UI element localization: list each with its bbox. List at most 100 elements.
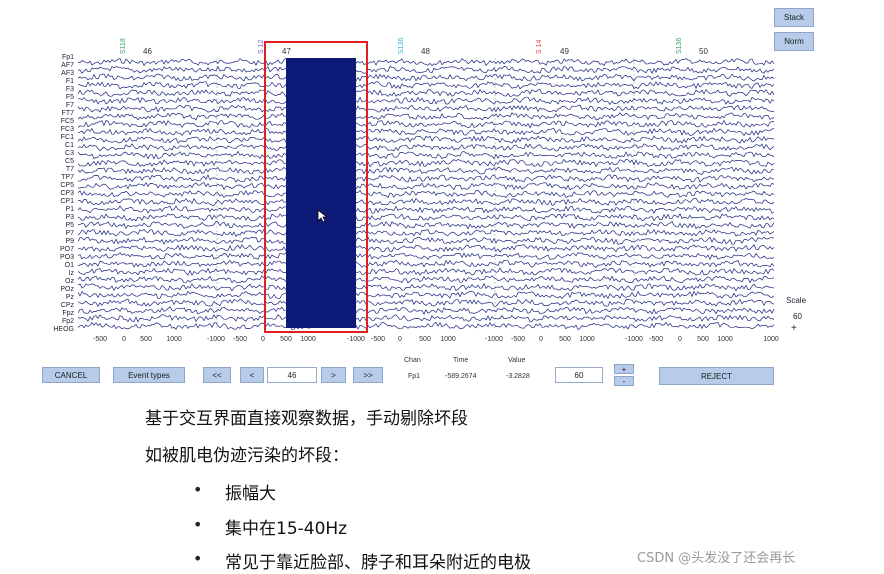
channel-label: C1	[65, 142, 74, 149]
time-readout: -589.2674	[445, 373, 477, 380]
channel-label: Fp1	[61, 54, 74, 61]
value-readout: -3.2828	[506, 373, 530, 380]
eeg-trace	[78, 150, 774, 160]
eeg-trace	[78, 197, 774, 206]
event-marker-3: S136	[398, 37, 405, 54]
bullet-dot-icon: •	[193, 480, 203, 499]
channel-label: P5	[65, 222, 74, 229]
channel-label: CP1	[60, 198, 74, 205]
eeg-trace	[78, 267, 774, 277]
eeg-trace	[78, 81, 774, 90]
scale-minus-button[interactable]: -	[614, 376, 634, 386]
x-tick-label: -500	[370, 336, 386, 343]
epoch-label-49: 49	[560, 47, 569, 56]
x-tick-label: 1000	[717, 336, 733, 343]
chan-readout: Fp1	[408, 373, 421, 380]
eeg-trace	[78, 228, 774, 238]
eeg-trace	[78, 321, 774, 330]
channel-label: F5	[65, 94, 74, 101]
eeg-trace	[78, 127, 774, 137]
channel-label: Pz	[65, 294, 74, 301]
prev-button[interactable]: <	[240, 367, 264, 383]
channel-label: C5	[65, 158, 74, 165]
eeg-trace	[78, 104, 774, 113]
norm-button[interactable]: Norm	[774, 32, 814, 51]
scale-value: 60	[793, 312, 802, 321]
eeg-trace	[78, 182, 774, 191]
eeg-plot[interactable]	[78, 58, 774, 330]
x-tick-label: 500	[559, 336, 571, 343]
x-tick-label: 0	[678, 336, 682, 343]
channel-label: Fpz	[62, 310, 74, 317]
x-tick-label: -1000	[625, 336, 643, 343]
x-tick-label: 500	[697, 336, 709, 343]
eeg-trace	[78, 73, 774, 82]
eeg-trace	[78, 174, 774, 183]
note-line-2: 如被肌电伪迹污染的坏段：	[145, 446, 349, 466]
eeg-trace	[78, 220, 774, 230]
channel-label: P1	[65, 206, 74, 213]
event-types-button[interactable]: Event types	[113, 367, 185, 383]
eeg-trace	[78, 112, 774, 121]
next-button[interactable]: >	[321, 367, 346, 383]
channel-label: POz	[60, 286, 74, 293]
bullet-dot-icon: •	[193, 549, 203, 568]
channel-label: FC3	[60, 126, 74, 133]
eeg-trace	[78, 205, 774, 214]
channel-label: CPz	[60, 302, 74, 309]
channel-label: PO3	[59, 254, 74, 261]
channel-label: TP7	[61, 174, 74, 181]
x-tick-label: -500	[510, 336, 526, 343]
scale-bar-icon: +	[791, 323, 797, 334]
value-header: Value	[508, 357, 526, 364]
scale-input[interactable]: 60	[555, 367, 603, 383]
x-tick-label: -500	[92, 336, 108, 343]
x-tick-label: 0	[122, 336, 126, 343]
channel-label: O1	[64, 262, 74, 269]
eeg-trace	[78, 236, 774, 245]
x-tick-label: 0	[261, 336, 265, 343]
x-tick-label: -500	[648, 336, 664, 343]
chan-header: Chan	[404, 357, 421, 364]
eeg-trace	[78, 314, 774, 323]
eeg-trace	[78, 213, 774, 222]
x-tick-label: 1000	[440, 336, 456, 343]
channel-label: P3	[65, 214, 74, 221]
channel-label: F7	[65, 102, 74, 109]
x-tick-label: 0	[539, 336, 543, 343]
bullet-item-2: 集中在15-40Hz	[225, 519, 348, 539]
epoch-label-50: 50	[699, 47, 708, 56]
epoch-label-48: 48	[421, 47, 430, 56]
channel-label: FC1	[60, 134, 74, 141]
channel-label: CP5	[60, 182, 74, 189]
channel-label: F3	[65, 86, 74, 93]
x-tick-label: -500	[232, 336, 248, 343]
channel-label: P7	[65, 230, 74, 237]
eeg-trace	[78, 119, 774, 129]
eeg-trace	[78, 88, 774, 98]
event-marker-1: S118	[120, 38, 127, 54]
channel-label: AF3	[61, 70, 74, 77]
x-tick-label: 1000	[300, 336, 316, 343]
artifact-highlight-box	[264, 41, 368, 333]
reject-button[interactable]: REJECT	[659, 367, 774, 385]
eeg-traces[interactable]	[78, 58, 774, 330]
eeg-trace	[78, 58, 774, 67]
eeg-trace	[78, 143, 774, 152]
note-line-1: 基于交互界面直接观察数据，手动剔除坏段	[145, 409, 468, 429]
watermark: CSDN @头发没了还会再长	[637, 551, 796, 566]
x-tick-label: -1000	[485, 336, 503, 343]
next-fast-button[interactable]: >>	[353, 367, 383, 383]
channel-label: PO7	[59, 246, 74, 253]
epoch-number-input[interactable]: 46	[267, 367, 317, 383]
prev-fast-button[interactable]: <<	[203, 367, 231, 383]
eeg-trace	[78, 252, 774, 261]
channel-label: P9	[65, 238, 74, 245]
x-tick-label: 500	[280, 336, 292, 343]
cancel-button[interactable]: CANCEL	[42, 367, 100, 383]
x-tick-label: 1000	[579, 336, 595, 343]
channel-labels: Fp1 AF7 AF3 F1 F3 F5 F7 FT7 FC5 FC3 FC1 C1 C3 C5 T7 TP7…	[40, 54, 76, 333]
scale-plus-button[interactable]: +	[614, 364, 634, 374]
stack-button[interactable]: Stack	[774, 8, 814, 27]
event-marker-4: S 14	[536, 39, 543, 54]
